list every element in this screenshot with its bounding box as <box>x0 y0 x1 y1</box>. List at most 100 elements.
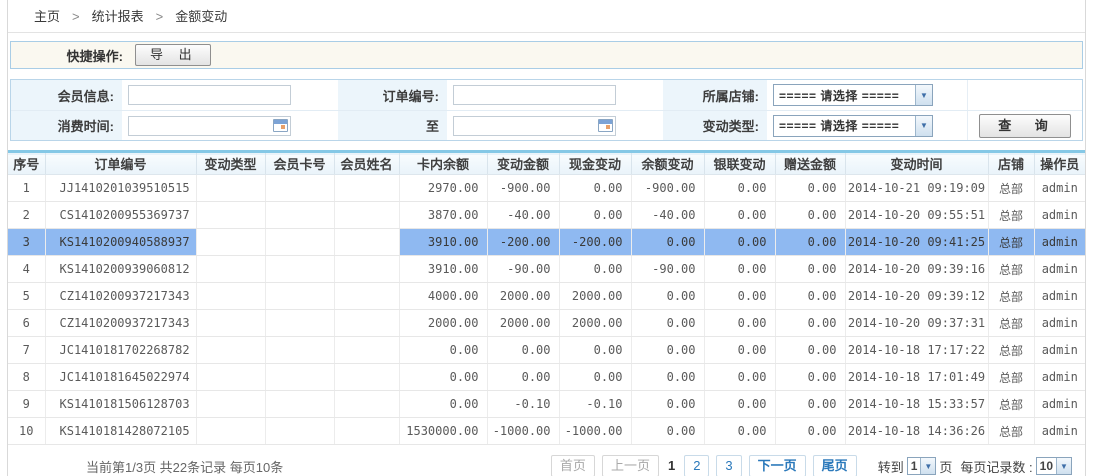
table-cell: KS1410200940588937 <box>45 229 196 256</box>
table-cell: 2014-10-20 09:39:12 <box>845 283 988 310</box>
table-cell: 总部 <box>988 229 1034 256</box>
table-cell: KS1410200939060812 <box>45 256 196 283</box>
table-cell: 2014-10-18 17:01:49 <box>845 364 988 391</box>
per-page-label: 每页记录数 : <box>960 457 1032 476</box>
change-type-select-value: ===== 请选择 ===== <box>774 117 915 134</box>
goto-suffix: 页 <box>939 457 952 476</box>
store-select[interactable]: ===== 请选择 ===== ▼ <box>773 84 933 106</box>
table-cell: 2000.00 <box>559 283 631 310</box>
column-header: 会员卡号 <box>265 152 334 175</box>
table-cell: 0.00 <box>775 364 845 391</box>
goto-page-select[interactable]: 1 ▼ <box>907 457 937 475</box>
table-cell: 0.00 <box>704 310 775 337</box>
table-cell: 4000.00 <box>399 283 487 310</box>
table-cell: 1 <box>8 175 45 202</box>
table-row[interactable]: 8JC14101816450229740.000.000.000.000.000… <box>8 364 1085 391</box>
member-info-input[interactable] <box>128 85 291 105</box>
table-row[interactable]: 4KS14102009390608123910.00-90.000.00-90.… <box>8 256 1085 283</box>
table-cell: 总部 <box>988 202 1034 229</box>
per-page-select[interactable]: 10 ▼ <box>1036 457 1072 475</box>
breadcrumb-separator: > <box>156 9 164 24</box>
page-number-button[interactable]: 3 <box>716 455 741 476</box>
search-form-row-2: 消费时间: 至 变动类型: ===== 请选择 ===== ▼ <box>11 110 1082 140</box>
table-row[interactable]: 2CS14102009553697373870.00-40.000.00-40.… <box>8 202 1085 229</box>
table-cell: 0.00 <box>487 337 559 364</box>
table-cell: 3 <box>8 229 45 256</box>
breadcrumb-reports[interactable]: 统计报表 <box>92 9 144 24</box>
breadcrumb-separator: > <box>72 9 80 24</box>
breadcrumb-current: 金额变动 <box>175 9 227 24</box>
consume-time-end-input[interactable] <box>453 116 616 136</box>
table-cell <box>265 364 334 391</box>
table-cell <box>334 175 399 202</box>
table-cell <box>265 418 334 445</box>
chevron-down-icon[interactable]: ▼ <box>915 85 932 105</box>
table-cell: 0.00 <box>631 391 704 418</box>
table-cell: admin <box>1034 364 1085 391</box>
table-row[interactable]: 1JJ14102010395105152970.00-900.000.00-90… <box>8 175 1085 202</box>
column-header: 变动类型 <box>196 152 265 175</box>
table-cell: 0.00 <box>559 256 631 283</box>
consume-time-start-input[interactable] <box>128 116 291 136</box>
calendar-icon[interactable] <box>273 119 288 132</box>
table-row[interactable]: 7JC14101817022687820.000.000.000.000.000… <box>8 337 1085 364</box>
table-cell: 0.00 <box>631 283 704 310</box>
table-cell: -0.10 <box>559 391 631 418</box>
table-row[interactable]: 5CZ14102009372173434000.002000.002000.00… <box>8 283 1085 310</box>
table-cell: 2 <box>8 202 45 229</box>
chevron-down-icon[interactable]: ▼ <box>915 116 932 136</box>
calendar-icon[interactable] <box>598 119 613 132</box>
breadcrumb-home[interactable]: 主页 <box>34 9 60 24</box>
table-cell: admin <box>1034 229 1085 256</box>
table-cell <box>265 229 334 256</box>
table-cell <box>334 418 399 445</box>
table-cell <box>196 364 265 391</box>
table-row[interactable]: 9KS14101815061287030.00-0.10-0.100.000.0… <box>8 391 1085 418</box>
table-cell: CS1410200955369737 <box>45 202 196 229</box>
table-cell: 2000.00 <box>487 283 559 310</box>
chevron-down-icon[interactable]: ▼ <box>1056 458 1071 474</box>
empty-cell <box>968 80 1082 110</box>
table-cell: 2014-10-18 14:36:26 <box>845 418 988 445</box>
table-cell: 0.00 <box>704 337 775 364</box>
table-cell: 2014-10-20 09:39:16 <box>845 256 988 283</box>
column-header: 现金变动 <box>559 152 631 175</box>
table-cell: 0.00 <box>631 418 704 445</box>
next-page-button[interactable]: 下一页 <box>749 455 806 476</box>
order-no-input[interactable] <box>453 85 616 105</box>
table-cell: 0.00 <box>775 391 845 418</box>
table-cell: 0.00 <box>399 337 487 364</box>
table-cell: 2000.00 <box>399 310 487 337</box>
table-row[interactable]: 10KS14101814280721051530000.00-1000.00-1… <box>8 418 1085 445</box>
table-cell: admin <box>1034 256 1085 283</box>
column-header: 订单编号 <box>45 152 196 175</box>
table-cell <box>334 229 399 256</box>
table-cell <box>265 391 334 418</box>
query-button[interactable]: 查 询 <box>979 114 1071 138</box>
table-cell: 2014-10-20 09:41:25 <box>845 229 988 256</box>
table-cell <box>334 256 399 283</box>
table-cell: 3910.00 <box>399 256 487 283</box>
prev-page-button[interactable]: 上一页 <box>602 455 659 476</box>
table-cell <box>265 337 334 364</box>
table-cell: 5 <box>8 283 45 310</box>
table-cell: 0.00 <box>559 175 631 202</box>
first-page-button[interactable]: 首页 <box>551 455 595 476</box>
table-cell: 总部 <box>988 418 1034 445</box>
table-row[interactable]: 3KS14102009405889373910.00-200.00-200.00… <box>8 229 1085 256</box>
page-number-button[interactable]: 2 <box>684 455 709 476</box>
table-cell: JC1410181702268782 <box>45 337 196 364</box>
table-cell: 0.00 <box>775 256 845 283</box>
export-button[interactable]: 导 出 <box>135 44 211 66</box>
table-cell: 2000.00 <box>487 310 559 337</box>
change-type-select[interactable]: ===== 请选择 ===== ▼ <box>773 115 933 137</box>
table-cell: CZ1410200937217343 <box>45 283 196 310</box>
column-header: 卡内余额 <box>399 152 487 175</box>
table-cell: admin <box>1034 202 1085 229</box>
table-cell: 2014-10-20 09:55:51 <box>845 202 988 229</box>
table-row[interactable]: 6CZ14102009372173432000.002000.002000.00… <box>8 310 1085 337</box>
store-select-value: ===== 请选择 ===== <box>774 87 915 104</box>
chevron-down-icon[interactable]: ▼ <box>920 458 935 474</box>
table-cell <box>334 283 399 310</box>
last-page-button[interactable]: 尾页 <box>813 455 857 476</box>
